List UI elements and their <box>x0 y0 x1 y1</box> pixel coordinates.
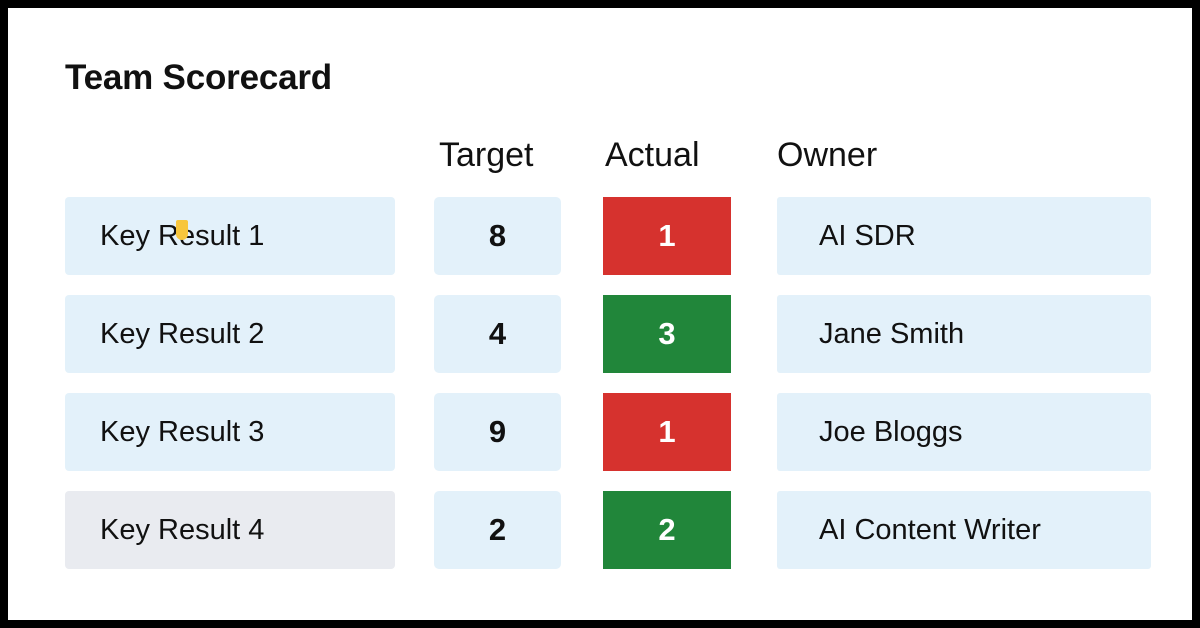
owner-cell: AI SDR <box>777 197 1151 275</box>
target-cell: 4 <box>434 295 561 373</box>
target-value: 9 <box>488 414 507 449</box>
key-result-cell: Key Result 4 <box>65 491 395 569</box>
actual-status-cell: 2 <box>603 491 731 569</box>
owner-label: Joe Bloggs <box>819 415 963 448</box>
text-cursor-artifact <box>176 220 188 240</box>
actual-value: 2 <box>658 512 676 547</box>
owner-cell: Jane Smith <box>777 295 1151 373</box>
key-result-label: Key Result 3 <box>100 415 265 448</box>
screenshot-frame: Team Scorecard Target Actual Owner Key R… <box>0 0 1200 628</box>
owner-cell: AI Content Writer <box>777 491 1151 569</box>
target-value: 2 <box>488 512 507 547</box>
target-cell: 2 <box>434 491 561 569</box>
owner-cell: Joe Bloggs <box>777 393 1151 471</box>
actual-status-cell: 1 <box>603 393 731 471</box>
key-result-cell: Key Result 3 <box>65 393 395 471</box>
key-result-cell: Key Result 2 <box>65 295 395 373</box>
key-result-label: Key Result 2 <box>100 317 265 350</box>
scorecard-card: Team Scorecard Target Actual Owner Key R… <box>8 8 1192 620</box>
key-result-label: Key Result 4 <box>100 513 265 546</box>
actual-status-cell: 3 <box>603 295 731 373</box>
owner-label: AI Content Writer <box>819 513 1041 546</box>
table-body: Key Result 1 8 1 AI SDR Key Result 2 4 3 Jane S… <box>8 8 1192 620</box>
table-row: Key Result 4 2 2 AI Content Writer <box>8 491 1192 569</box>
target-cell: 8 <box>434 197 561 275</box>
target-cell: 9 <box>434 393 561 471</box>
actual-value: 1 <box>658 414 676 449</box>
actual-value: 3 <box>658 316 676 351</box>
target-value: 8 <box>488 218 507 253</box>
key-result-cell: Key Result 1 <box>65 197 395 275</box>
owner-label: Jane Smith <box>819 317 965 350</box>
owner-label: AI SDR <box>819 219 916 252</box>
target-value: 4 <box>488 316 507 351</box>
actual-value: 1 <box>658 218 676 253</box>
table-row: Key Result 2 4 3 Jane Smith <box>8 295 1192 373</box>
actual-status-cell: 1 <box>603 197 731 275</box>
table-row: Key Result 3 9 1 Joe Bloggs <box>8 393 1192 471</box>
